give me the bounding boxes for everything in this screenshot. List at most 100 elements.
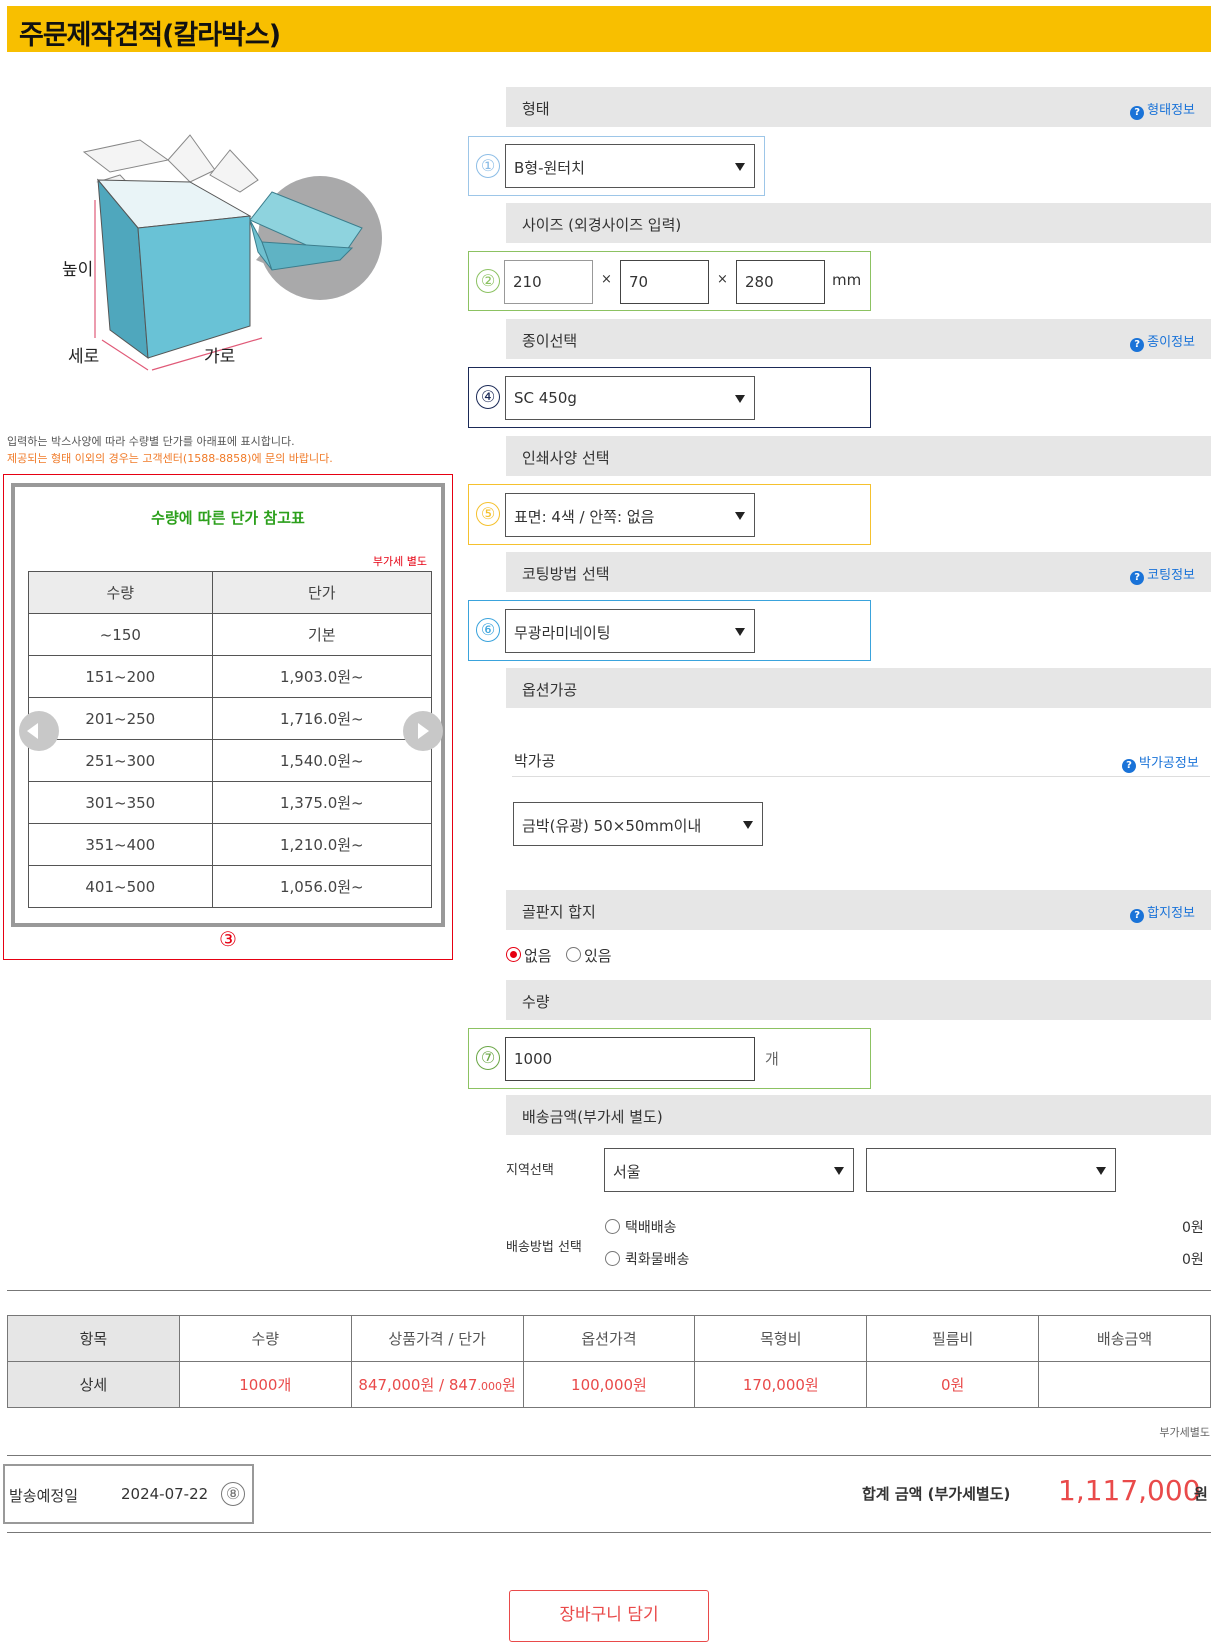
summary-header-option: 옵션가격 bbox=[522, 1315, 696, 1362]
contact-note: 제공되는 형태 이외의 경우는 고객센터(1588-8858)에 문의 바랍니다… bbox=[7, 452, 333, 465]
section-option: 옵션가공 bbox=[506, 668, 1211, 708]
help-icon: ? bbox=[1130, 106, 1145, 120]
delivery-parcel-radio[interactable] bbox=[605, 1219, 620, 1234]
row-unit-price: 1,716.0원~ bbox=[211, 697, 433, 740]
times-sign: × bbox=[601, 272, 612, 287]
table-row: ~150 기본 bbox=[28, 613, 433, 656]
prev-arrow-icon[interactable] bbox=[19, 711, 59, 751]
chevron-down-icon bbox=[743, 821, 753, 829]
region-detail-select[interactable] bbox=[866, 1148, 1116, 1192]
shape-select-value: B형-원터치 bbox=[514, 159, 585, 177]
section-quantity-label: 수량 bbox=[522, 993, 550, 1011]
table-row: 151~200 1,903.0원~ bbox=[28, 655, 433, 698]
chevron-down-icon bbox=[735, 395, 745, 403]
divider bbox=[7, 1290, 1211, 1291]
row-unit-price: 1,056.0원~ bbox=[211, 865, 433, 908]
row-unit-price: 1,903.0원~ bbox=[211, 655, 433, 698]
help-icon: ? bbox=[1130, 571, 1145, 585]
width-input[interactable]: 210 bbox=[504, 260, 593, 304]
region-select-value: 서울 bbox=[613, 1163, 641, 1181]
quantity-input[interactable]: 1000 bbox=[505, 1037, 755, 1081]
paper-select-value: SC 450g bbox=[514, 389, 577, 407]
foil-info-link[interactable]: ? 박가공정보 bbox=[1122, 752, 1199, 773]
depth-input[interactable]: 70 bbox=[620, 260, 709, 304]
times-sign: × bbox=[717, 272, 728, 287]
add-to-cart-button[interactable]: 장바구니 담기 bbox=[509, 1590, 709, 1642]
ship-date-box: 발송예정일 2024-07-22 ⑧ bbox=[3, 1464, 254, 1524]
table-header-row: 수량 단가 bbox=[28, 571, 433, 614]
column-header-quantity: 수량 bbox=[28, 571, 213, 614]
marker-6: ⑥ bbox=[476, 618, 500, 642]
coating-info-link[interactable]: ? 코팅정보 bbox=[1130, 564, 1195, 585]
laminate-yes-radio[interactable] bbox=[566, 947, 581, 962]
row-quantity: 401~500 bbox=[28, 865, 213, 908]
price-table: 수량 단가 ~150 기본 151~200 1,903.0원~ 201~250 1,7… bbox=[28, 571, 433, 908]
price-reference-inner: 수량에 따른 단가 참고표 부가세 별도 수량 단가 ~150 기본 151~20… bbox=[11, 483, 445, 927]
summary-header-row: 항목 수량 상품가격 / 단가 옵션가격 목형비 필름비 배송금액 bbox=[7, 1315, 1211, 1362]
summary-header-price: 상품가격 / 단가 bbox=[350, 1315, 524, 1362]
print-select-value: 표면: 4색 / 안쪽: 없음 bbox=[514, 508, 655, 526]
chevron-down-icon bbox=[735, 163, 745, 171]
delivery-quick-radio[interactable] bbox=[605, 1251, 620, 1266]
shape-info-link[interactable]: ? 형태정보 bbox=[1130, 99, 1195, 120]
next-arrow-icon[interactable] bbox=[403, 711, 443, 751]
section-paper: 종이선택 ? 종이정보 bbox=[506, 319, 1211, 359]
foil-select[interactable]: 금박(유광) 50×50mm이내 bbox=[513, 802, 763, 846]
section-size: 사이즈 (외경사이즈 입력) bbox=[506, 203, 1211, 243]
summary-header-qty: 수량 bbox=[178, 1315, 352, 1362]
quantity-frame: ⑦ 1000 개 bbox=[468, 1028, 871, 1089]
shape-frame: ① B형-원터치 bbox=[468, 136, 765, 196]
depth-label: 세로 bbox=[68, 347, 100, 367]
height-input[interactable]: 280 bbox=[736, 260, 825, 304]
section-delivery: 배송금액(부가세 별도) bbox=[506, 1095, 1211, 1135]
chevron-down-icon bbox=[834, 1167, 844, 1175]
laminate-none-radio[interactable] bbox=[506, 947, 521, 962]
vat-note: 부가세 별도 bbox=[372, 555, 427, 568]
region-select[interactable]: 서울 bbox=[604, 1148, 854, 1192]
row-quantity: 301~350 bbox=[28, 781, 213, 824]
quantity-unit: 개 bbox=[765, 1050, 779, 1068]
coating-select[interactable]: 무광라미네이팅 bbox=[505, 609, 755, 653]
ship-date-value: 2024-07-22 bbox=[121, 1485, 209, 1503]
divider bbox=[7, 1532, 1211, 1533]
divider bbox=[7, 1455, 1211, 1456]
divider bbox=[512, 776, 1210, 777]
marker-8: ⑧ bbox=[221, 1482, 245, 1506]
print-select[interactable]: 표면: 4색 / 안쪽: 없음 bbox=[505, 493, 755, 537]
laminate-info-link[interactable]: ? 합지정보 bbox=[1130, 902, 1195, 923]
summary-header-ship: 배송금액 bbox=[1038, 1315, 1211, 1362]
summary-film: 0원 bbox=[866, 1361, 1040, 1408]
section-print: 인쇄사양 선택 bbox=[506, 436, 1211, 476]
delivery-quick-label: 퀵화물배송 bbox=[625, 1252, 690, 1268]
section-size-label: 사이즈 (외경사이즈 입력) bbox=[522, 216, 682, 234]
ship-date-label: 발송예정일 bbox=[9, 1487, 79, 1505]
marker-5: ⑤ bbox=[476, 502, 500, 526]
summary-row-label: 상세 bbox=[7, 1361, 180, 1408]
table-row: 251~300 1,540.0원~ bbox=[28, 739, 433, 782]
table-row: 401~500 1,056.0원~ bbox=[28, 865, 433, 908]
shape-select[interactable]: B형-원터치 bbox=[505, 144, 755, 188]
summary-header-die: 목형비 bbox=[694, 1315, 868, 1362]
region-label: 지역선택 bbox=[506, 1163, 554, 1178]
section-laminate-label: 골판지 합지 bbox=[522, 903, 596, 921]
total-amount: 1,117,000 bbox=[1058, 1474, 1201, 1507]
summary-vat-note: 부가세별도 bbox=[1159, 1426, 1210, 1439]
row-unit-price: 1,210.0원~ bbox=[211, 823, 433, 866]
column-header-unit-price: 단가 bbox=[211, 571, 433, 614]
summary-price: 847,000원 / 847.000원 bbox=[350, 1361, 524, 1408]
size-frame: ② 210 × 70 × 280 mm bbox=[468, 251, 871, 311]
section-print-label: 인쇄사양 선택 bbox=[522, 449, 610, 467]
row-unit-price: 1,540.0원~ bbox=[211, 739, 433, 782]
table-row: 301~350 1,375.0원~ bbox=[28, 781, 433, 824]
paper-select[interactable]: SC 450g bbox=[505, 376, 755, 420]
row-unit-price: 1,375.0원~ bbox=[211, 781, 433, 824]
section-shape-label: 형태 bbox=[522, 100, 550, 118]
paper-info-link[interactable]: ? 종이정보 bbox=[1130, 331, 1195, 352]
row-quantity: 151~200 bbox=[28, 655, 213, 698]
section-laminate: 골판지 합지 ? 합지정보 bbox=[506, 890, 1211, 930]
help-icon: ? bbox=[1130, 909, 1145, 923]
paper-frame: ④ SC 450g bbox=[468, 367, 871, 428]
marker-2: ② bbox=[476, 269, 500, 293]
laminate-yes-label: 있음 bbox=[584, 947, 612, 965]
summary-header-item: 항목 bbox=[7, 1315, 180, 1362]
